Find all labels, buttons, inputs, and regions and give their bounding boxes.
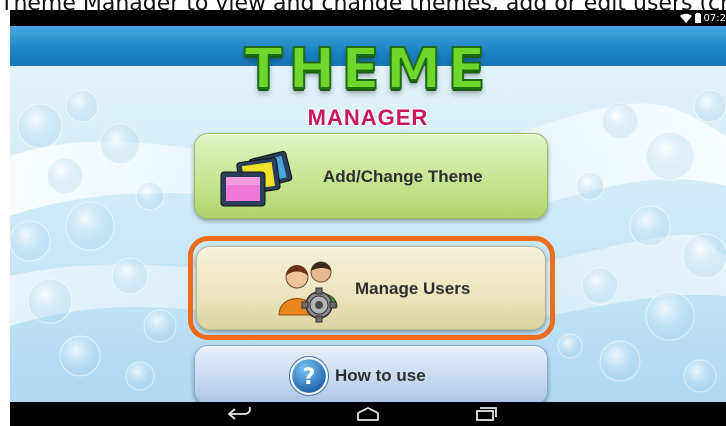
back-button[interactable] — [220, 402, 260, 426]
logo-subtitle: MANAGER — [307, 105, 429, 130]
recent-apps-button[interactable] — [466, 402, 506, 426]
add-change-theme-button[interactable]: Add/Change Theme — [194, 133, 548, 219]
status-icons: 07:2 — [679, 11, 726, 25]
manage-users-button[interactable]: Manage Users — [196, 246, 546, 330]
picture-frames-icon — [220, 150, 293, 207]
svg-text:?: ? — [303, 365, 316, 390]
status-bar: 07:2 — [10, 10, 726, 26]
users-gear-icon — [278, 261, 338, 323]
home-button[interactable] — [348, 402, 388, 426]
app-screen: THEME MANAGER Add/Change Theme Manage Us… — [10, 26, 726, 402]
device-screen: 07:2 THEME MANAGER Add/Change Theme Mana… — [10, 10, 726, 426]
how-to-use-label: How to use — [335, 366, 426, 385]
manage-users-label: Manage Users — [355, 279, 471, 298]
add-change-theme-label: Add/Change Theme — [323, 167, 483, 186]
battery-icon — [694, 13, 701, 23]
question-mark-icon: ? — [289, 356, 329, 396]
recent-apps-icon — [476, 407, 497, 421]
wifi-icon — [679, 13, 692, 23]
home-icon — [357, 407, 379, 421]
logo-title: THEME — [243, 37, 492, 102]
how-to-use-button[interactable]: ? How to use — [194, 345, 548, 402]
status-time: 07:2 — [703, 12, 726, 24]
navigation-bar — [10, 402, 726, 426]
back-icon — [227, 407, 251, 420]
